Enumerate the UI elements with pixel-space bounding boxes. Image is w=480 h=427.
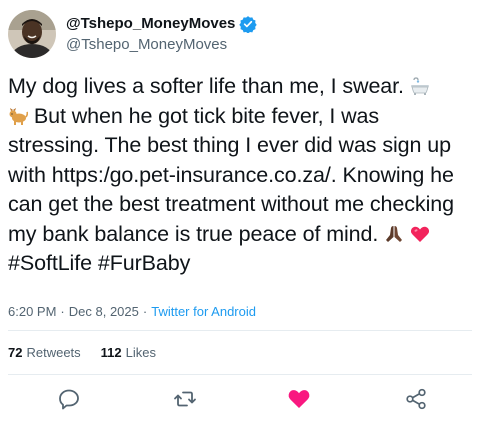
praying-hands-icon [384, 223, 404, 243]
meta-separator-2: · [142, 304, 148, 319]
like-button[interactable] [284, 386, 314, 416]
dog-icon [8, 105, 29, 125]
tweet-date[interactable]: Dec 8, 2025 [69, 304, 139, 319]
tweet-text-line1: My dog lives a softer life than me, I sw… [8, 74, 410, 98]
tweet-text: My dog lives a softer life than me, I sw… [8, 72, 474, 279]
display-name[interactable]: @Tshepo_MoneyMoves [66, 14, 235, 34]
likes-label: Likes [125, 345, 157, 360]
user-names: @Tshepo_MoneyMoves @Tshepo_MoneyMoves [66, 14, 258, 55]
verified-badge-icon [239, 15, 258, 34]
tweet-stats: 72 Retweets 112 Likes [8, 345, 176, 360]
name-row: @Tshepo_MoneyMoves [66, 14, 258, 34]
heart-emoji-icon [410, 223, 430, 243]
tweet-header: @Tshepo_MoneyMoves @Tshepo_MoneyMoves [8, 8, 258, 60]
retweet-icon [173, 387, 197, 416]
tweet-hashtags[interactable]: #SoftLife #FurBaby [8, 251, 190, 275]
tweet-meta: 6:20 PM · Dec 8, 2025 · Twitter for Andr… [8, 304, 256, 319]
share-button[interactable] [401, 386, 431, 416]
tweet-time[interactable]: 6:20 PM [8, 304, 56, 319]
retweets-label: Retweets [26, 345, 81, 360]
heart-icon [287, 387, 311, 416]
divider-top [8, 330, 472, 331]
tweet-actions [0, 386, 480, 416]
tweet: @Tshepo_MoneyMoves @Tshepo_MoneyMoves My… [0, 0, 480, 427]
avatar[interactable] [8, 10, 56, 58]
meta-separator: · [60, 304, 65, 319]
reply-button[interactable] [54, 386, 84, 416]
likes-stat[interactable]: 112 Likes [101, 345, 156, 360]
retweets-stat[interactable]: 72 Retweets [8, 345, 81, 360]
divider-bottom [8, 374, 472, 375]
user-handle[interactable]: @Tshepo_MoneyMoves [66, 35, 257, 55]
share-icon [404, 387, 428, 416]
tweet-source-link[interactable]: Twitter for Android [151, 304, 256, 319]
bathtub-icon [410, 75, 430, 95]
reply-icon [57, 387, 81, 416]
retweet-button[interactable] [170, 386, 200, 416]
retweets-count: 72 [8, 345, 23, 360]
likes-count: 112 [100, 345, 122, 360]
